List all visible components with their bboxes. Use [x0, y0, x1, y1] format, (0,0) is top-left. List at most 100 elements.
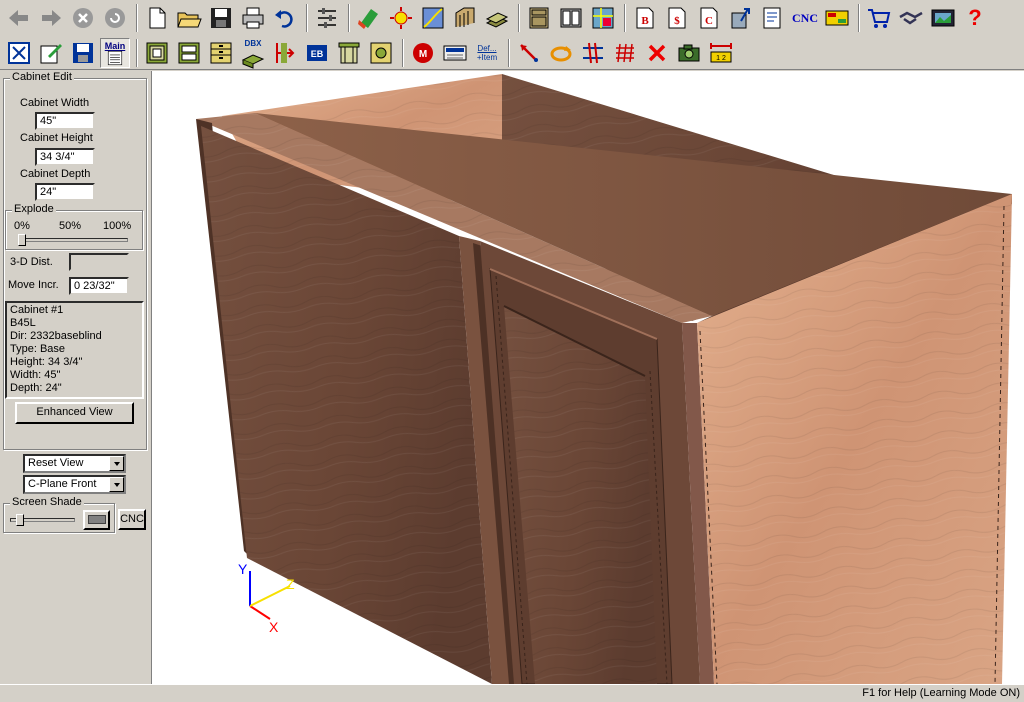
cabinet-icon[interactable]: [524, 3, 554, 33]
separator: [624, 4, 626, 32]
axis-z-label: Z: [286, 576, 295, 592]
secondary-toolbar: Main DBX EB M Def... +Item 1 2: [0, 36, 1024, 70]
help-label: ?: [968, 5, 982, 30]
pointer-icon[interactable]: [514, 38, 544, 68]
close-drawing-icon[interactable]: [4, 38, 34, 68]
cnc-button[interactable]: CNC: [118, 509, 146, 530]
explode-slider-thumb[interactable]: [18, 234, 26, 246]
view-select[interactable]: Reset View: [23, 454, 126, 473]
upper-cabinet-icon[interactable]: [174, 38, 204, 68]
cnc-icon[interactable]: CNC: [790, 3, 820, 33]
separator: [402, 38, 404, 67]
board-icon[interactable]: [482, 3, 512, 33]
dimension-icon[interactable]: 1 2: [706, 38, 736, 68]
open-icon[interactable]: [174, 3, 204, 33]
svg-text:M: M: [419, 49, 427, 60]
separator: [858, 4, 860, 32]
molding-icon[interactable]: [270, 38, 300, 68]
cabinet-width-field[interactable]: 45": [35, 112, 95, 130]
export-icon[interactable]: [726, 3, 756, 33]
cabinet-edit-title: Cabinet Edit: [10, 71, 74, 83]
keyboard-icon[interactable]: [440, 38, 470, 68]
separator: [508, 38, 510, 67]
edit-icon[interactable]: [36, 38, 66, 68]
chart-icon[interactable]: [418, 3, 448, 33]
hardware-icon[interactable]: [366, 38, 396, 68]
forward-icon[interactable]: [36, 3, 66, 33]
dbx-label: DBX: [244, 38, 262, 48]
split-icon[interactable]: [578, 38, 608, 68]
room-icon[interactable]: [450, 3, 480, 33]
new-icon[interactable]: [142, 3, 172, 33]
slideshow-icon[interactable]: [928, 3, 958, 33]
edgeband-icon[interactable]: EB: [302, 38, 332, 68]
cart-icon[interactable]: [864, 3, 894, 33]
save-icon[interactable]: [206, 3, 236, 33]
move-incr-field[interactable]: 0 23/32": [69, 277, 129, 295]
paint-icon[interactable]: [354, 3, 384, 33]
svg-text:$: $: [674, 15, 680, 27]
def-item-icon[interactable]: Def... +Item: [472, 38, 502, 68]
item-label: +Item: [476, 52, 498, 62]
refresh-icon[interactable]: [100, 3, 130, 33]
explode-tick-50: 50%: [59, 220, 82, 232]
hutch-icon[interactable]: [334, 38, 364, 68]
svg-text:B: B: [641, 15, 649, 27]
price-icon[interactable]: $: [662, 3, 692, 33]
main-label: Main: [104, 40, 126, 51]
cnc-label: CNC: [792, 10, 818, 25]
shade-slider-thumb[interactable]: [15, 514, 24, 526]
cabinet-height-field[interactable]: 34 3/4": [35, 148, 95, 166]
help-icon[interactable]: ?: [960, 3, 990, 33]
cabinet-depth-label: Cabinet Depth: [20, 168, 91, 180]
grid-icon[interactable]: [610, 38, 640, 68]
explode-title: Explode: [12, 203, 56, 215]
def-label: Def...: [477, 43, 497, 53]
drawer-icon[interactable]: [206, 38, 236, 68]
color-swatch-icon: [87, 515, 106, 524]
undo-icon[interactable]: [270, 3, 300, 33]
svg-text:C: C: [705, 15, 713, 27]
handshake-icon[interactable]: [896, 3, 926, 33]
separator: [136, 4, 138, 32]
info-line-6: Width: 45": [10, 369, 61, 381]
settings-icon[interactable]: [312, 3, 342, 33]
dbx-icon[interactable]: DBX: [238, 38, 268, 69]
rotate-icon[interactable]: [546, 38, 576, 68]
cabinet-info-box: Cabinet #1 B45L Dir: 2332baseblind Type:…: [5, 301, 144, 399]
dist-field[interactable]: [69, 253, 129, 271]
panel-icon[interactable]: [822, 3, 852, 33]
wall-cabinet-icon[interactable]: [556, 3, 586, 33]
cabinet-depth-field[interactable]: 24": [35, 183, 95, 201]
chevron-down-icon[interactable]: [109, 456, 124, 471]
material-icon[interactable]: M: [408, 38, 438, 68]
separator: [348, 4, 350, 32]
eb-label: EB: [311, 49, 324, 59]
enhanced-view-button[interactable]: Enhanced View: [15, 402, 134, 424]
bid-icon[interactable]: B: [630, 3, 660, 33]
shade-color-button[interactable]: [83, 510, 110, 530]
layout-icon[interactable]: [588, 3, 618, 33]
light-icon[interactable]: [386, 3, 416, 33]
cabinet-render[interactable]: Y X Z: [152, 71, 1024, 684]
main-mode-icon[interactable]: Main: [100, 37, 130, 68]
chevron-down-icon[interactable]: [109, 477, 124, 492]
back-icon[interactable]: [4, 3, 34, 33]
3d-viewport[interactable]: Y X Z: [151, 71, 1024, 684]
stop-icon[interactable]: [68, 3, 98, 33]
info-line-1: Cabinet #1: [10, 304, 64, 316]
cabinet-height-label: Cabinet Height: [20, 132, 93, 144]
status-bar: F1 for Help (Learning Mode ON): [0, 684, 1024, 702]
separator: [518, 4, 520, 32]
save-cabinet-icon[interactable]: [68, 38, 98, 68]
explode-slider-track[interactable]: [18, 238, 128, 242]
plane-select[interactable]: C-Plane Front: [23, 475, 126, 494]
info-line-4: Type: Base: [10, 343, 66, 355]
cutlist-icon[interactable]: C: [694, 3, 724, 33]
delete-icon[interactable]: [642, 38, 672, 68]
report-icon[interactable]: [758, 3, 788, 33]
info-line-7: Depth: 24": [10, 382, 62, 394]
camera-icon[interactable]: [674, 38, 704, 68]
base-cabinet-icon[interactable]: [142, 38, 172, 68]
print-icon[interactable]: [238, 3, 268, 33]
